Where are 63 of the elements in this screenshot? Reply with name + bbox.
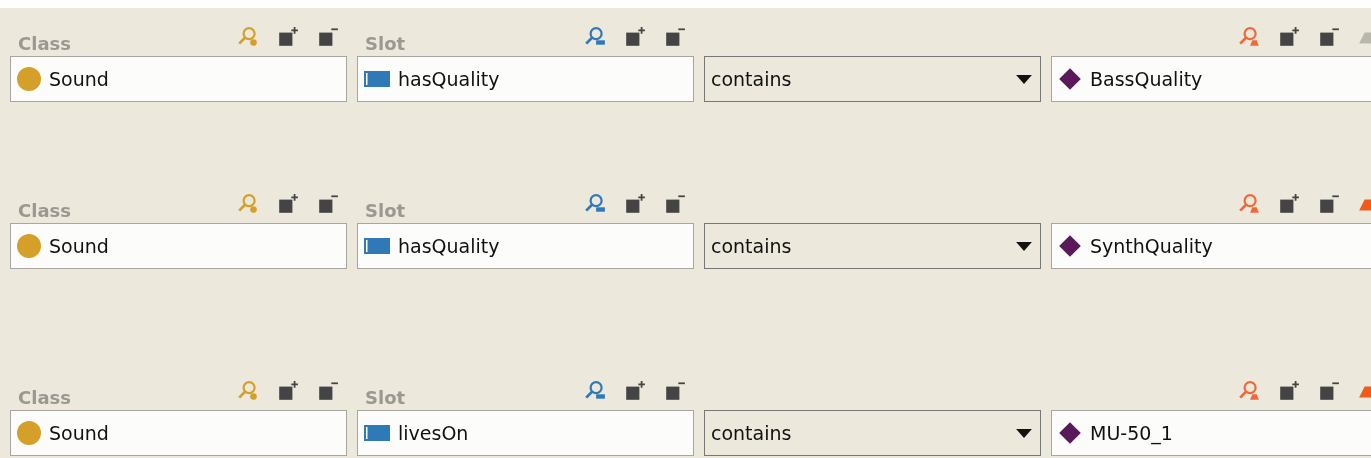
filler-value: MU-50_1 <box>1090 422 1173 444</box>
slot-field[interactable]: hasQuality <box>357 223 694 269</box>
caret-icon <box>1016 74 1032 84</box>
class-value: Sound <box>49 235 109 257</box>
add-icon[interactable] <box>1278 193 1300 215</box>
operator-dropdown[interactable]: contains <box>704 56 1041 102</box>
class-field[interactable]: Sound <box>10 56 347 102</box>
filler-search-icon[interactable] <box>1238 380 1260 402</box>
diamond-icon <box>1058 421 1082 445</box>
slot-bar-icon <box>364 71 390 87</box>
filler-value: BassQuality <box>1090 68 1203 90</box>
filler-field[interactable]: BassQuality <box>1051 56 1371 102</box>
remove-icon[interactable] <box>1318 380 1340 402</box>
add-icon[interactable] <box>277 380 299 402</box>
diamond-icon <box>1058 67 1082 91</box>
slot-label: Slot <box>364 33 406 54</box>
slot-value: hasQuality <box>398 68 500 90</box>
filler-search-icon[interactable] <box>1238 193 1260 215</box>
filler-field[interactable]: SynthQuality <box>1051 223 1371 269</box>
filler-search-icon[interactable] <box>1238 26 1260 48</box>
remove-icon[interactable] <box>664 380 686 402</box>
caret-icon <box>1016 428 1032 438</box>
add-icon[interactable] <box>277 193 299 215</box>
remove-icon[interactable] <box>317 26 339 48</box>
diamond-icon <box>1058 234 1082 258</box>
remove-icon[interactable] <box>664 26 686 48</box>
filler-value: SynthQuality <box>1090 235 1213 257</box>
operator-dropdown[interactable]: contains <box>704 410 1041 456</box>
remove-icon[interactable] <box>1318 26 1340 48</box>
slot-search-icon[interactable] <box>584 193 606 215</box>
caret-icon <box>1016 241 1032 251</box>
filler-field[interactable]: MU-50_1 <box>1051 410 1371 456</box>
class-circle-icon <box>17 67 41 91</box>
add-icon[interactable] <box>1278 380 1300 402</box>
class-value: Sound <box>49 422 109 444</box>
slot-field[interactable]: livesOn <box>357 410 694 456</box>
remove-icon[interactable] <box>317 380 339 402</box>
slot-search-icon[interactable] <box>584 380 606 402</box>
add-icon[interactable] <box>624 380 646 402</box>
slot-field[interactable]: hasQuality <box>357 56 694 102</box>
class-label: Class <box>17 387 71 408</box>
class-label: Class <box>17 200 71 221</box>
class-label: Class <box>17 33 71 54</box>
slot-bar-icon <box>364 238 390 254</box>
class-field[interactable]: Sound <box>10 223 347 269</box>
class-circle-icon <box>17 234 41 258</box>
operator-dropdown[interactable]: contains <box>704 223 1041 269</box>
remove-icon[interactable] <box>317 193 339 215</box>
slot-bar-icon <box>364 425 390 441</box>
remove-icon[interactable] <box>1318 193 1340 215</box>
slot-search-icon[interactable] <box>584 26 606 48</box>
class-field[interactable]: Sound <box>10 410 347 456</box>
add-icon[interactable] <box>277 26 299 48</box>
add-icon[interactable] <box>624 26 646 48</box>
remove-icon[interactable] <box>664 193 686 215</box>
slot-label: Slot <box>364 387 406 408</box>
add-icon[interactable] <box>624 193 646 215</box>
slot-label: Slot <box>364 200 406 221</box>
slot-value: livesOn <box>398 422 469 444</box>
class-value: Sound <box>49 68 109 90</box>
add-icon[interactable] <box>1278 26 1300 48</box>
slot-value: hasQuality <box>398 235 500 257</box>
class-circle-icon <box>17 421 41 445</box>
